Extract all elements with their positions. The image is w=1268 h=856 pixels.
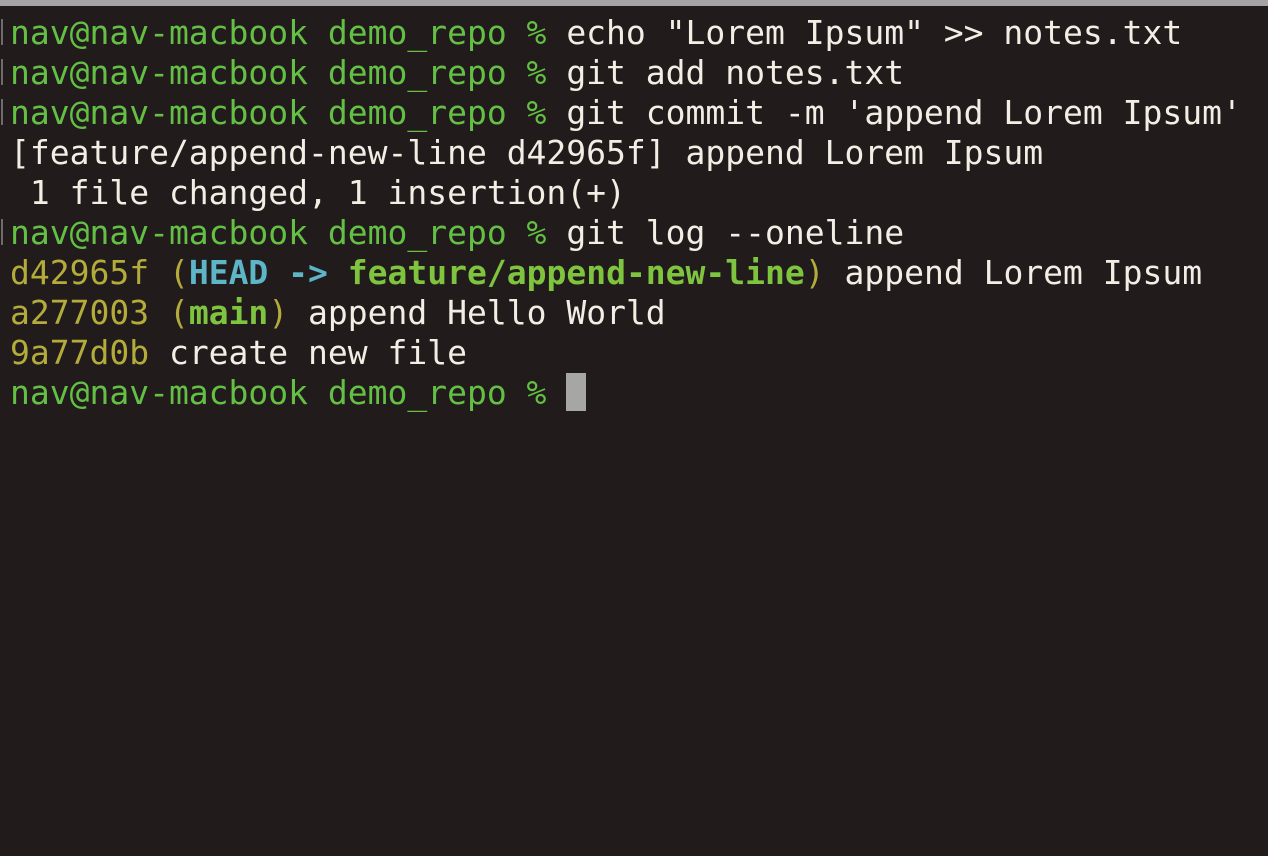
terminal-output[interactable]: nav@nav-macbook demo_repo % echo "Lorem … [0,6,1268,428]
commit-stats-output: 1 file changed, 1 insertion(+) [10,173,626,212]
branch-ref: main [188,293,269,332]
shell-prompt: nav@nav-macbook demo_repo % [10,53,547,92]
ref-close-paren: ) [268,293,289,332]
branch-ref: feature/append-new-line [347,253,805,292]
text-cursor[interactable] [566,373,587,411]
command-mark [1,19,3,45]
active-prompt-line[interactable]: nav@nav-macbook demo_repo % [10,373,587,413]
command-line: nav@nav-macbook demo_repo % git add note… [10,53,904,93]
ref-close-paren: ) [804,253,825,292]
head-ref: HEAD [188,253,269,292]
ref-open-paren: ( [168,293,189,332]
log-entry: 9a77d0b create new file [10,333,467,373]
command-mark [1,99,3,125]
commit-hash: d42965f [10,253,150,292]
command-mark [1,219,3,245]
commit-message: append Hello World [288,293,666,332]
command-line: nav@nav-macbook demo_repo % git log --on… [10,213,904,253]
command-text: git log --oneline [566,213,905,252]
commit-hash: a277003 [10,293,150,332]
shell-prompt: nav@nav-macbook demo_repo % [10,93,547,132]
shell-prompt: nav@nav-macbook demo_repo % [10,373,547,412]
log-entry: d42965f (HEAD -> feature/append-new-line… [10,253,1202,293]
shell-prompt: nav@nav-macbook demo_repo % [10,13,547,52]
commit-summary-output: [feature/append-new-line d42965f] append… [10,133,1044,172]
ref-open-paren: ( [168,253,189,292]
log-entry: a277003 (main) append Hello World [10,293,666,333]
command-mark [1,59,3,85]
command-line: nav@nav-macbook demo_repo % echo "Lorem … [10,13,1182,53]
command-text: git add notes.txt [566,53,905,92]
commit-hash: 9a77d0b [10,333,150,372]
command-text: git commit -m 'append Lorem Ipsum' [566,93,1242,132]
commit-message: create new file [149,333,467,372]
command-text: echo "Lorem Ipsum" >> notes.txt [566,13,1183,52]
command-line: nav@nav-macbook demo_repo % git commit -… [10,93,1242,133]
head-arrow: -> [268,253,348,292]
commit-message: append Lorem Ipsum [824,253,1203,292]
shell-prompt: nav@nav-macbook demo_repo % [10,213,547,252]
